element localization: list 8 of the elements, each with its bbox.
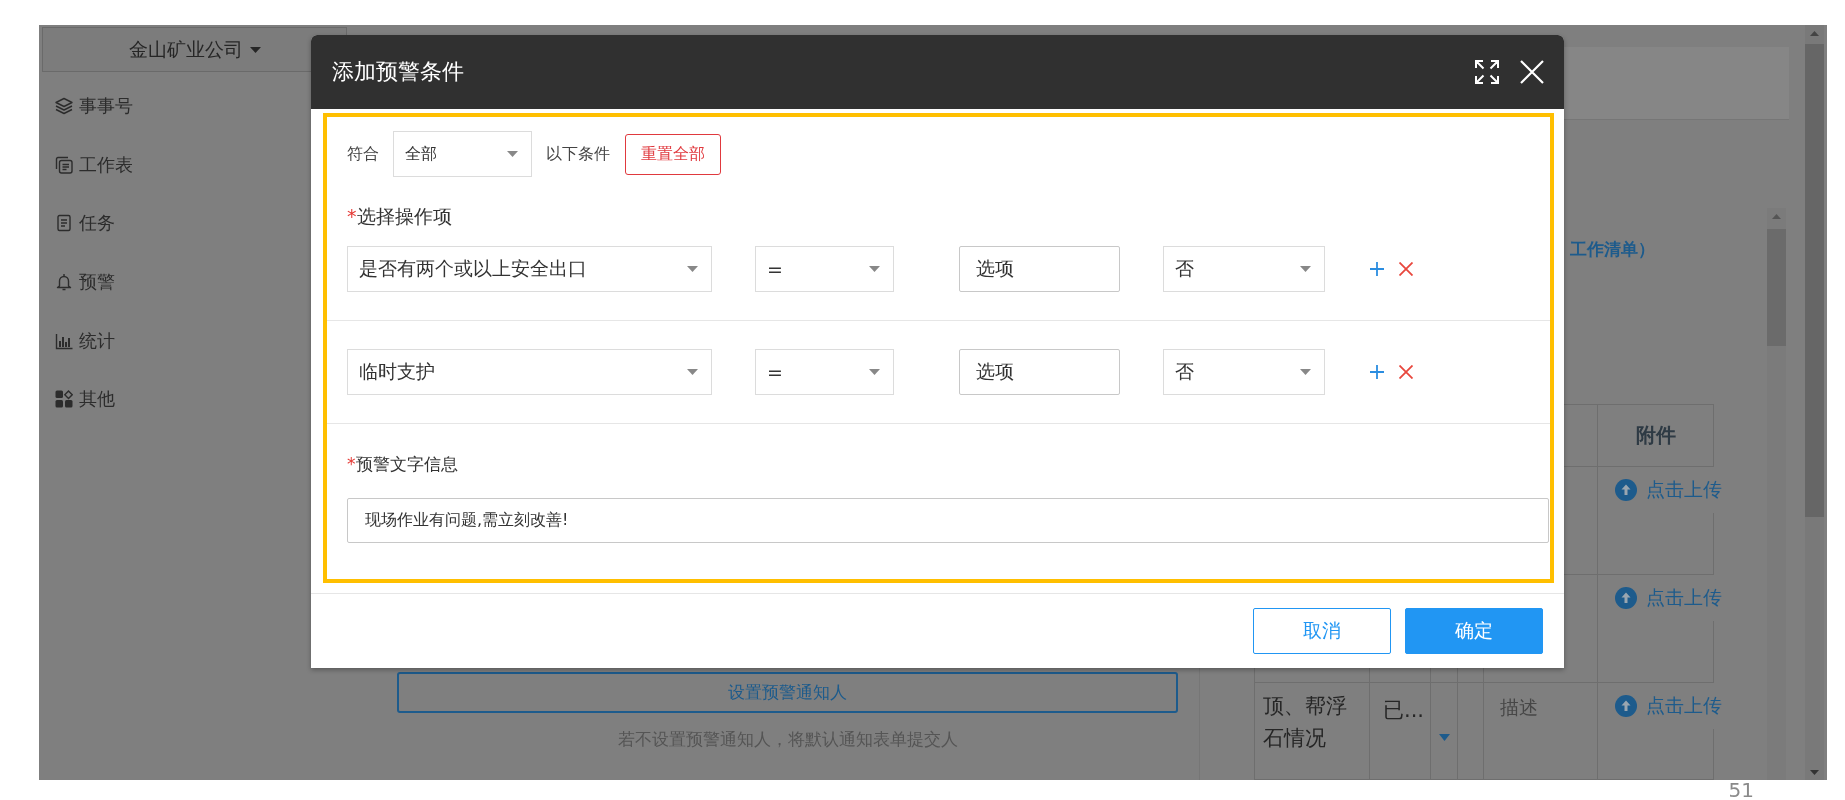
- section-label: *选择操作项: [347, 204, 453, 228]
- column-header: 附件: [1598, 404, 1714, 467]
- page-number: 51: [1728, 780, 1754, 800]
- match-label: 符合: [347, 143, 379, 165]
- match-suffix: 以下条件: [546, 143, 610, 165]
- table-cell: 已...: [1370, 683, 1431, 780]
- section-label: *预警文字信息: [347, 453, 459, 476]
- table-cell: 顶、帮浮石情况: [1255, 683, 1370, 780]
